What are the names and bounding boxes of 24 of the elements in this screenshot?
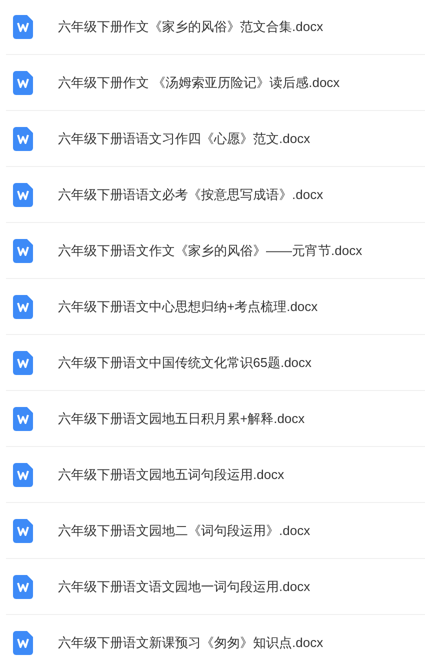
document-icon [13, 350, 33, 374]
file-name[interactable]: 六年级下册语文语文园地一词句段运用.docx [58, 576, 310, 596]
document-icon [13, 14, 33, 38]
document-icon [13, 574, 33, 598]
document-icon [13, 182, 33, 206]
document-icon [13, 238, 33, 262]
file-name[interactable]: 六年级下册语文园地二《词句段运用》.docx [58, 520, 310, 540]
file-name[interactable]: 六年级下册语文园地五日积月累+解释.docx [58, 408, 305, 428]
file-name[interactable]: 六年级下册语文新课预习《匆匆》知识点.docx [58, 632, 324, 652]
document-icon [13, 294, 33, 318]
file-name[interactable]: 六年级下册语文园地五词句段运用.docx [58, 464, 284, 484]
file-name[interactable]: 六年级下册作文《家乡的风俗》范文合集.docx [58, 16, 324, 36]
file-name[interactable]: 六年级下册语语文必考《按意思写成语》.docx [58, 184, 324, 204]
document-icon [13, 518, 33, 542]
document-icon [13, 630, 33, 654]
document-icon [13, 126, 33, 150]
file-name[interactable]: 六年级下册语文中心思想归纳+考点梳理.docx [58, 296, 318, 316]
document-icon [13, 70, 33, 94]
file-name[interactable]: 六年级下册语文中国传统文化常识65题.docx [58, 352, 312, 372]
document-icon [13, 406, 33, 430]
file-name[interactable]: 六年级下册作文 《汤姆索亚历险记》读后感.docx [58, 72, 340, 92]
file-name[interactable]: 六年级下册语文作文《家乡的风俗》——元宵节.docx [58, 240, 362, 260]
document-icon [13, 462, 33, 486]
file-name[interactable]: 六年级下册语语文习作四《心愿》范文.docx [58, 128, 310, 148]
